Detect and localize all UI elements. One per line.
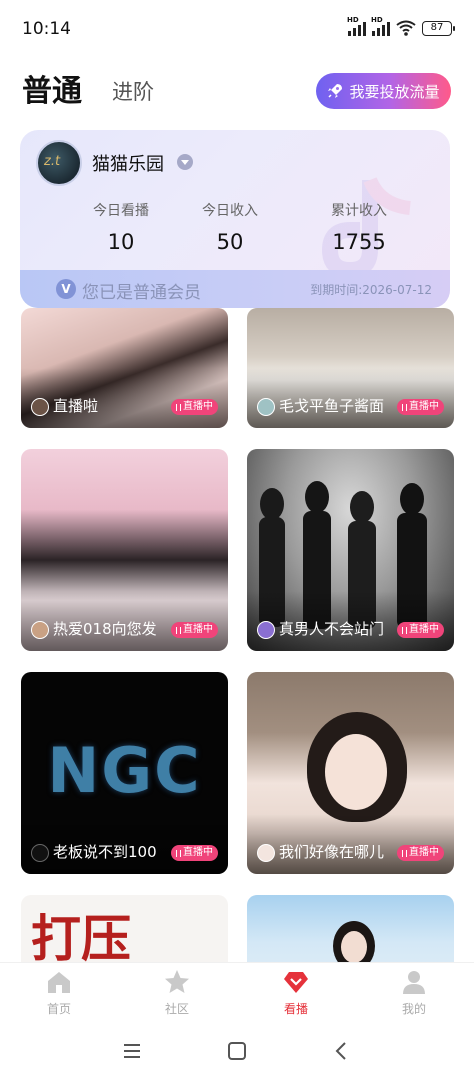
portrait-face	[341, 931, 367, 962]
streamer-avatar	[31, 844, 49, 862]
home-square-icon[interactable]	[226, 1040, 248, 1062]
stream-title: 热爱018向您发	[53, 620, 157, 638]
profile-card: z.t 猫猫乐园 今日看播 10 今日收入 50 累计收入 1755 V 您已是…	[20, 130, 450, 308]
streamer-avatar	[31, 398, 49, 416]
live-tile[interactable]: 毛戈平鱼子酱面 直播中	[247, 308, 454, 428]
live-icon	[402, 849, 407, 857]
live-badge: 直播中	[397, 622, 444, 638]
vip-icon: V	[56, 279, 76, 299]
stat-total-income: 累计收入 1755	[299, 200, 419, 254]
wifi-icon	[396, 20, 416, 36]
live-icon	[402, 403, 407, 411]
live-feed[interactable]: 直播啦 直播中 毛戈平鱼子酱面 直播中 热爱018向您发 直播中 真男人不会站门…	[0, 308, 474, 962]
nav-label: 看播	[283, 1002, 308, 1016]
rocket-icon	[328, 84, 343, 98]
live-badge: 直播中	[397, 845, 444, 861]
stat-today-income: 今日收入 50	[170, 200, 290, 254]
live-icon	[176, 849, 181, 857]
live-icon	[176, 403, 181, 411]
live-tile[interactable]: 直播啦 直播中	[21, 308, 228, 428]
home-icon	[48, 972, 70, 993]
streamer-avatar	[257, 844, 275, 862]
gem-icon	[284, 972, 308, 993]
tab-normal[interactable]: 普通	[22, 66, 82, 110]
nav-label: 社区	[164, 1002, 189, 1016]
live-tile[interactable]: 真男人不会站门 直播中	[247, 449, 454, 651]
status-time: 10:14	[22, 19, 71, 39]
nav-me[interactable]: 我的	[374, 969, 454, 1017]
stream-title: 我们好像在哪儿	[279, 843, 385, 861]
user-name[interactable]: 猫猫乐园	[92, 150, 164, 176]
star-icon	[165, 970, 189, 993]
nav-label: 我的	[401, 1002, 426, 1016]
signal-icon: HD	[371, 16, 390, 36]
nav-label: 首页	[46, 1002, 71, 1016]
bottom-nav: 首页 社区 看播 我的	[0, 962, 474, 1022]
stream-title: 真男人不会站门	[279, 620, 385, 638]
tab-advanced[interactable]: 进阶	[112, 76, 154, 106]
nav-home[interactable]: 首页	[19, 969, 99, 1017]
live-icon	[176, 626, 181, 634]
live-tile[interactable]: 我们好像在哪儿 直播中	[247, 672, 454, 874]
expiry-date: 到期时间:2026-07-12	[310, 283, 432, 297]
ngc-logo: NGC	[47, 734, 202, 807]
nav-community[interactable]: 社区	[137, 969, 217, 1017]
streamer-avatar	[257, 621, 275, 639]
stat-value: 10	[107, 230, 135, 254]
poster-text: 打压	[31, 910, 131, 962]
person-icon	[403, 971, 425, 994]
portrait-face	[325, 734, 387, 810]
stream-title: 直播啦	[53, 397, 99, 415]
nav-watch-live[interactable]: 看播	[256, 969, 336, 1017]
live-badge: 直播中	[171, 622, 218, 638]
stat-value: 50	[216, 230, 244, 254]
promote-traffic-label: 我要投放流量	[349, 82, 440, 101]
live-tile[interactable]: NGC 老板说不到100 直播中	[21, 672, 228, 874]
promote-traffic-button[interactable]: 我要投放流量	[316, 73, 451, 109]
status-bar: 10:14 HD HD 87	[0, 0, 474, 60]
status-icons: HD HD 87	[347, 16, 455, 36]
live-tile[interactable]	[247, 895, 454, 962]
streamer-avatar	[257, 398, 275, 416]
live-tile[interactable]: 打压	[21, 895, 228, 962]
live-icon	[402, 626, 407, 634]
stat-label: 累计收入	[331, 203, 387, 219]
stat-value: 1755	[332, 230, 386, 254]
chevron-down-icon[interactable]	[177, 154, 193, 170]
stat-label: 今日看播	[93, 203, 149, 219]
battery-icon: 87	[422, 20, 455, 36]
stream-title: 毛戈平鱼子酱面	[279, 397, 385, 415]
back-icon[interactable]	[331, 1040, 353, 1062]
stat-today-views: 今日看播 10	[61, 200, 181, 254]
system-nav-bar	[0, 1022, 474, 1080]
avatar[interactable]: z.t	[36, 140, 82, 186]
live-badge: 直播中	[171, 399, 218, 415]
live-badge: 直播中	[171, 845, 218, 861]
streamer-avatar	[31, 621, 49, 639]
signal-icon: HD	[347, 16, 366, 36]
live-tile[interactable]: 热爱018向您发 直播中	[21, 449, 228, 651]
member-status-text: 您已是普通会员	[82, 283, 201, 303]
live-badge: 直播中	[397, 399, 444, 415]
stat-label: 今日收入	[202, 203, 258, 219]
menu-icon[interactable]	[121, 1040, 143, 1062]
stream-title: 老板说不到100	[53, 843, 157, 861]
member-status-bar[interactable]: V 您已是普通会员 到期时间:2026-07-12	[20, 270, 450, 308]
